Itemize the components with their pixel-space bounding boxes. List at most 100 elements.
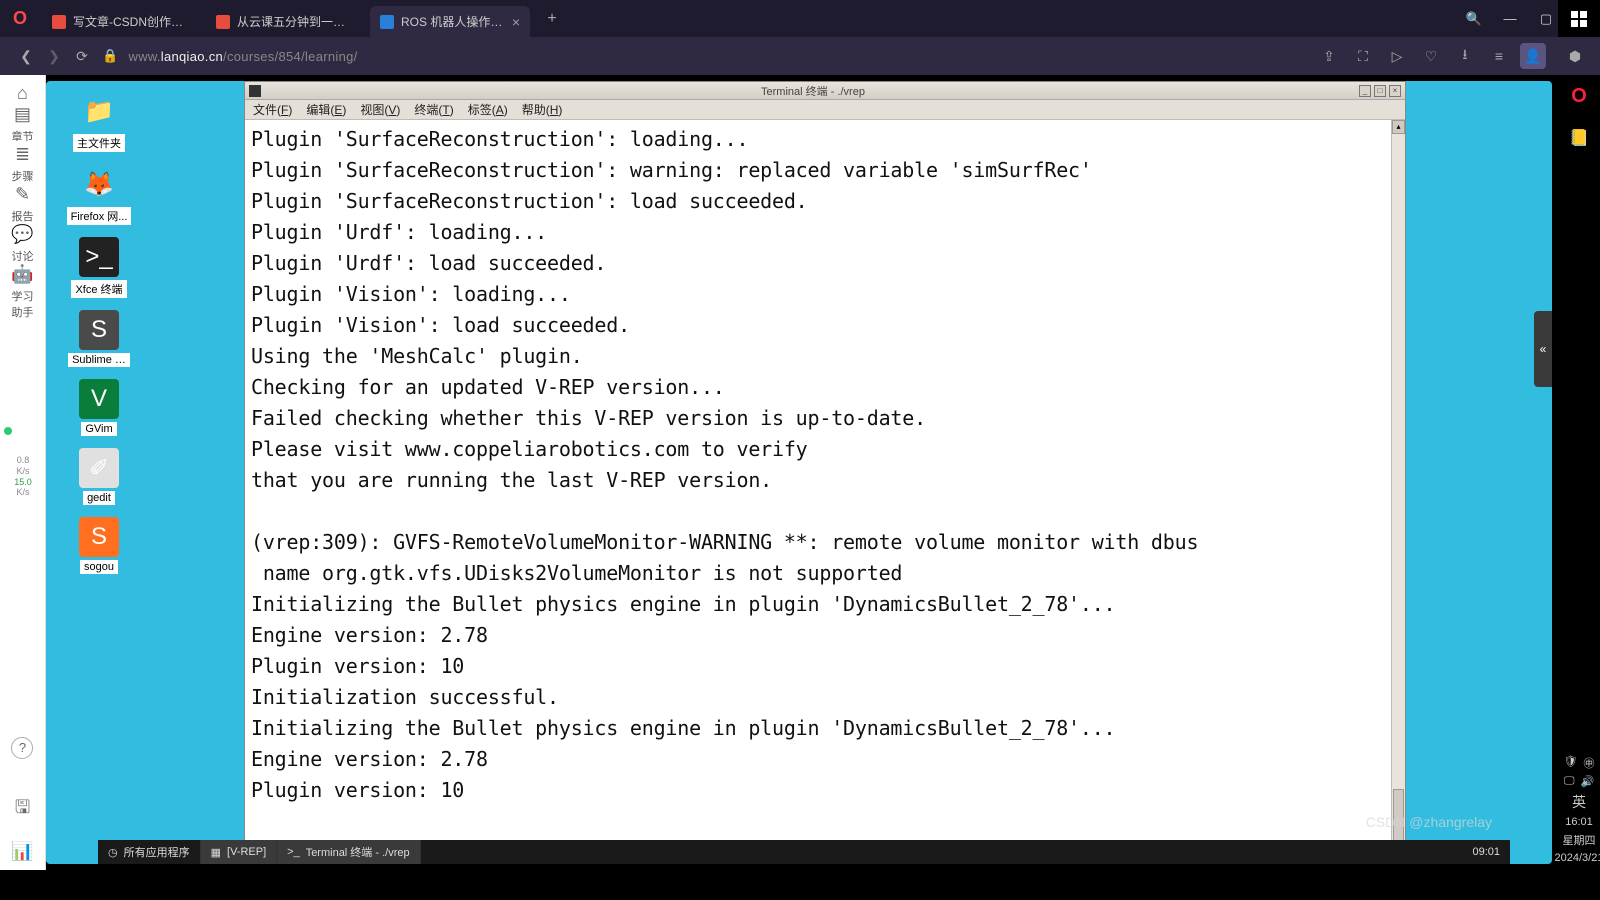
- desktop-shortcut[interactable]: 📁 主文件夹: [64, 91, 134, 152]
- course-nav-icon: 💬: [11, 224, 33, 245]
- url-path: /courses/854/learning/: [223, 49, 358, 64]
- minimize-button[interactable]: —: [1492, 0, 1528, 37]
- url-prefix: www.: [129, 49, 161, 64]
- browser-tab[interactable]: ROS 机器人操作系统初级… ×: [370, 6, 530, 37]
- collapse-panel-button[interactable]: «: [1534, 311, 1552, 387]
- taskbar-item-label: Terminal 终端 - ./vrep: [306, 844, 410, 860]
- reload-button[interactable]: ⟳: [68, 42, 96, 70]
- profile-avatar[interactable]: 👤: [1520, 43, 1546, 69]
- tab-label: 写文章-CSDN创作中心: [73, 13, 192, 30]
- term-maximize-button[interactable]: □: [1374, 85, 1386, 97]
- url-field[interactable]: 🔒 www.lanqiao.cn/courses/854/learning/: [102, 48, 358, 64]
- download-icon[interactable]: ⭳: [1452, 43, 1478, 69]
- desktop-shortcut[interactable]: ✐gedit: [64, 448, 134, 505]
- search-icon[interactable]: 🔍: [1456, 0, 1492, 37]
- terminal-menu-item[interactable]: 编辑(E): [306, 101, 346, 118]
- shortcut-icon: 🦊: [79, 164, 119, 204]
- terminal-title-text: Terminal 终端 - ./vrep: [267, 83, 1359, 99]
- terminal-titlebar[interactable]: Terminal 终端 - ./vrep _ □ ×: [245, 82, 1405, 100]
- course-nav-item[interactable]: 💬 讨论: [11, 224, 33, 264]
- display-icon[interactable]: 🖵: [1564, 775, 1575, 788]
- desktop-shortcut[interactable]: SSublime …: [64, 310, 134, 367]
- shortcut-label: 主文件夹: [73, 134, 125, 152]
- desktop-shortcut[interactable]: 🦊Firefox 网...: [64, 164, 134, 225]
- taskbar-item-icon: >_: [287, 846, 300, 858]
- course-nav-item[interactable]: 🤖学习 助手: [11, 264, 33, 320]
- terminal-menu-item[interactable]: 视图(V): [360, 101, 400, 118]
- desktop-shortcut[interactable]: VGVim: [64, 379, 134, 436]
- shortcut-icon: ✐: [79, 448, 119, 488]
- browser-titlebar: O 写文章-CSDN创作中心从云课五分钟到一分钟之…ROS 机器人操作系统初级……: [0, 0, 1600, 37]
- term-minimize-button[interactable]: _: [1359, 85, 1371, 97]
- shortcut-icon: >_: [79, 237, 119, 277]
- share-icon[interactable]: ⇪: [1316, 43, 1342, 69]
- back-button[interactable]: ❮: [12, 42, 40, 70]
- course-nav-icon: ✎: [15, 184, 30, 205]
- shortcut-icon: S: [79, 310, 119, 350]
- course-nav-label: 步骤: [11, 168, 33, 184]
- input-method-icon[interactable]: ㊥: [1583, 755, 1594, 771]
- terminal-menu-item[interactable]: 标签(A): [468, 101, 508, 118]
- course-nav-label: 报告: [11, 208, 33, 224]
- tab-favicon: [52, 15, 66, 29]
- course-nav-item[interactable]: ⌂: [11, 83, 33, 104]
- course-sidebar: ⌂▤章节≣步骤✎报告💬讨论🤖学习 助手 0.8K/s15.0K/s ? 🖫 📊: [0, 75, 46, 870]
- sound-icon[interactable]: 🔊: [1580, 775, 1594, 788]
- virtual-desktop[interactable]: 📁 主文件夹 🦊Firefox 网... >_ Xfce 终端 SSublime … VGV…: [46, 81, 1552, 864]
- shortcut-label: GVim: [81, 422, 116, 436]
- ime-indicator[interactable]: 英: [1572, 792, 1586, 812]
- opera-logo-icon[interactable]: O: [1571, 75, 1587, 117]
- term-close-button[interactable]: ×: [1389, 85, 1401, 97]
- terminal-output: Plugin 'SurfaceReconstruction': loading.…: [245, 120, 1405, 810]
- shortcut-label: Xfce 终端: [71, 280, 126, 298]
- desktop-shortcut[interactable]: Ssogou: [64, 517, 134, 574]
- tab-label: ROS 机器人操作系统初级…: [401, 13, 506, 30]
- taskbar-item-label: 所有应用程序: [124, 844, 190, 860]
- course-nav-label: 学习 助手: [11, 288, 33, 320]
- course-nav-item[interactable]: ▤章节: [11, 104, 33, 144]
- sidebar-app-icon[interactable]: 📒: [1566, 125, 1592, 151]
- shortcut-icon: 📁: [79, 91, 119, 131]
- course-nav-item[interactable]: ≣步骤: [11, 144, 33, 184]
- address-bar: ❮ ❯ ⟳ 🔒 www.lanqiao.cn/courses/854/learn…: [0, 37, 1600, 75]
- taskbar-item-icon: ▦: [211, 846, 221, 859]
- snapshot-icon[interactable]: ⛶: [1350, 43, 1376, 69]
- help-icon[interactable]: ?: [11, 737, 33, 759]
- tab-close-icon[interactable]: ×: [512, 14, 520, 30]
- stats-icon[interactable]: 📊: [11, 841, 33, 862]
- taskbar-item-label: [V-REP]: [227, 846, 266, 858]
- shield-icon[interactable]: 🛡: [1564, 755, 1578, 771]
- scroll-up-button[interactable]: ▴: [1392, 120, 1405, 134]
- terminal-scrollbar[interactable]: ▴ ▾: [1391, 120, 1405, 863]
- terminal-title-icon: [249, 85, 261, 97]
- taskbar-item[interactable]: ◷ 所有应用程序: [98, 840, 201, 864]
- terminal-menu-item[interactable]: 帮助(H): [522, 101, 563, 118]
- shortcut-label: sogou: [80, 560, 118, 574]
- course-nav-item[interactable]: ✎ 报告: [11, 184, 33, 224]
- terminal-body[interactable]: Plugin 'SurfaceReconstruction': loading.…: [245, 120, 1405, 863]
- terminal-menu-item[interactable]: 文件(F): [253, 101, 292, 118]
- extension-icon[interactable]: ⬢: [1562, 43, 1588, 69]
- new-tab-button[interactable]: +: [540, 10, 564, 28]
- taskbar-item-icon: ◷: [108, 846, 118, 859]
- lock-icon: 🔒: [102, 48, 119, 64]
- course-nav-label: 讨论: [11, 248, 33, 264]
- vm-taskbar: ◷ 所有应用程序 ▦ [V-REP] >_ Terminal 终端 - ./vrep 09:…: [98, 840, 1510, 864]
- heart-icon[interactable]: ♡: [1418, 43, 1444, 69]
- save-icon[interactable]: 🖫: [15, 795, 30, 825]
- course-nav-icon: ⌂: [17, 83, 28, 104]
- play-icon[interactable]: ▷: [1384, 43, 1410, 69]
- windows-start-button[interactable]: [1558, 0, 1600, 37]
- tab-favicon: [380, 15, 394, 29]
- desktop-shortcut[interactable]: >_ Xfce 终端: [64, 237, 134, 298]
- terminal-menu-item[interactable]: 终端(T): [414, 101, 453, 118]
- menu-icon[interactable]: ≡: [1486, 43, 1512, 69]
- course-nav-label: 章节: [11, 128, 33, 144]
- vm-clock: 09:01: [1462, 846, 1510, 858]
- taskbar-item[interactable]: >_ Terminal 终端 - ./vrep: [277, 840, 420, 864]
- browser-tab[interactable]: 写文章-CSDN创作中心: [42, 6, 202, 37]
- shortcut-icon: S: [79, 517, 119, 557]
- opera-menu-button[interactable]: O: [0, 0, 40, 37]
- taskbar-item[interactable]: ▦ [V-REP]: [201, 840, 278, 864]
- browser-tab[interactable]: 从云课五分钟到一分钟之…: [206, 6, 366, 37]
